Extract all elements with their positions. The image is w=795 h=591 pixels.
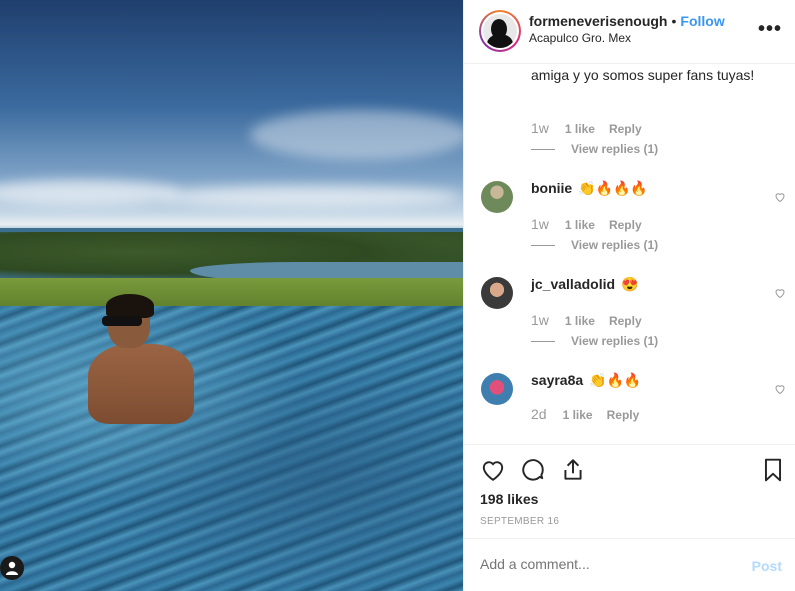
comment-text: 👏🔥🔥 <box>589 372 642 388</box>
hair <box>106 294 154 318</box>
user-icon[interactable] <box>0 556 24 580</box>
post-button[interactable]: Post <box>752 558 782 574</box>
comment-row: boniie 👏🔥🔥🔥 <box>531 180 648 197</box>
commenter-username[interactable]: jc_valladolid <box>531 276 615 292</box>
separator-dot: • <box>671 13 677 29</box>
post-photo[interactable] <box>0 0 463 591</box>
view-replies-button[interactable]: View replies (1) <box>531 142 658 156</box>
torso <box>88 344 194 424</box>
post-header: formeneverisenough • Follow Acapulco Gro. … <box>464 0 795 64</box>
author-avatar[interactable] <box>479 10 521 52</box>
view-replies-button[interactable]: View replies (1) <box>531 334 658 348</box>
view-replies-button[interactable]: View replies (1) <box>531 238 658 252</box>
comment-icon[interactable] <box>520 457 546 483</box>
comment-likes[interactable]: 1 like <box>563 408 593 422</box>
commenter-username[interactable]: sayra8a <box>531 372 583 388</box>
comment-time[interactable]: 2d <box>531 406 547 422</box>
heart-icon[interactable] <box>774 191 786 203</box>
comment-text: 👏🔥🔥🔥 <box>578 180 648 196</box>
reply-button[interactable]: Reply <box>609 218 642 232</box>
heart-icon[interactable] <box>774 383 786 395</box>
comment-meta: 1w 1 like Reply <box>531 216 656 232</box>
sunglasses <box>102 316 142 326</box>
post-side-panel: formeneverisenough • Follow Acapulco Gro. … <box>463 0 795 591</box>
cloud <box>250 110 463 160</box>
replies-line <box>531 245 555 247</box>
author-row: formeneverisenough • Follow <box>529 13 725 29</box>
view-replies-label: View replies (1) <box>571 334 659 348</box>
commenter-avatar[interactable] <box>481 373 513 405</box>
heart-icon[interactable] <box>480 457 506 483</box>
pool <box>0 306 463 591</box>
comment-time[interactable]: 1w <box>531 312 549 328</box>
person-in-pool <box>88 294 198 448</box>
comment-text: 😍 <box>620 276 639 292</box>
cloud <box>160 186 460 208</box>
comments-list[interactable]: amiga y yo somos super fans tuyas! 1w 1 l… <box>464 64 795 444</box>
comment-meta: 1w 1 like Reply <box>531 120 656 136</box>
comment-likes[interactable]: 1 like <box>565 314 595 328</box>
follow-button[interactable]: Follow <box>680 13 724 29</box>
bookmark-icon[interactable] <box>760 457 786 483</box>
likes-count[interactable]: 198 likes <box>480 491 538 507</box>
share-icon[interactable] <box>560 457 586 483</box>
view-replies-label: View replies (1) <box>571 238 659 252</box>
replies-line <box>531 341 555 343</box>
comment-input[interactable] <box>480 556 730 572</box>
view-replies-label: View replies (1) <box>571 142 659 156</box>
comment-row: jc_valladolid 😍 <box>531 276 638 293</box>
more-icon[interactable]: ••• <box>758 18 782 41</box>
comment-likes[interactable]: 1 like <box>565 218 595 232</box>
post-actions: 198 likes SEPTEMBER 16 <box>464 444 795 539</box>
cloud <box>0 180 180 206</box>
replies-line <box>531 149 555 151</box>
comment-likes[interactable]: 1 like <box>565 122 595 136</box>
comment-meta: 1w 1 like Reply <box>531 312 656 328</box>
comment-form: Post <box>464 538 795 591</box>
location-link[interactable]: Acapulco Gro. Mex <box>529 31 631 45</box>
reply-button[interactable]: Reply <box>607 408 640 422</box>
comment-text: amiga y yo somos super fans tuyas! <box>531 67 755 83</box>
comment-time[interactable]: 1w <box>531 216 549 232</box>
author-username[interactable]: formeneverisenough <box>529 13 667 29</box>
comment-row: sayra8a 👏🔥🔥 <box>531 372 641 389</box>
commenter-avatar[interactable] <box>481 277 513 309</box>
comment-meta: 2d 1 like Reply <box>531 406 653 422</box>
post-date: SEPTEMBER 16 <box>480 516 560 527</box>
reply-button[interactable]: Reply <box>609 314 642 328</box>
heart-icon[interactable] <box>774 287 786 299</box>
commenter-username[interactable]: boniie <box>531 180 572 196</box>
reply-button[interactable]: Reply <box>609 122 642 136</box>
comment-time[interactable]: 1w <box>531 120 549 136</box>
commenter-avatar[interactable] <box>481 181 513 213</box>
